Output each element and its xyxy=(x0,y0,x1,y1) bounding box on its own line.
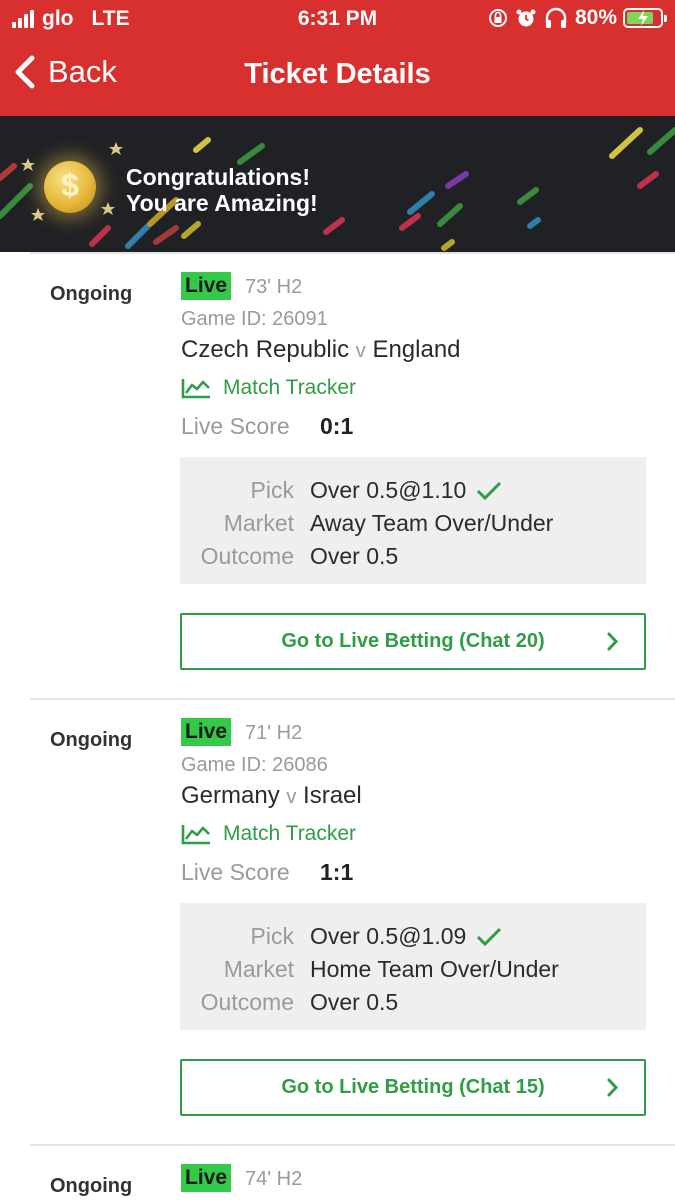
versus-label: v xyxy=(355,340,366,362)
live-badge: Live xyxy=(181,718,232,746)
divider xyxy=(30,252,675,254)
divider xyxy=(30,1144,675,1146)
live-betting-label: Go to Live Betting (Chat 20) xyxy=(281,630,545,652)
orientation-lock-icon xyxy=(488,9,507,27)
pick-value: Over 0.5@1.10 xyxy=(310,477,502,504)
battery-icon xyxy=(623,8,667,28)
bet-status: Ongoing xyxy=(50,1175,133,1197)
live-betting-button[interactable]: Go to Live Betting (Chat 20) xyxy=(180,613,646,670)
pick-value: Over 0.5@1.09 xyxy=(310,923,502,950)
market-label: Market xyxy=(223,510,294,536)
check-icon xyxy=(477,927,502,946)
battery-percent: 80% xyxy=(574,6,617,29)
match-tracker-label: Match Tracker xyxy=(223,822,357,845)
outcome-label: Outcome xyxy=(200,543,294,569)
bet-status: Ongoing xyxy=(50,729,133,751)
live-score-value: 1:1 xyxy=(320,859,354,885)
live-score-label: Live Score xyxy=(181,413,290,439)
banner-text: Congratulations! You are Amazing! xyxy=(126,164,318,216)
chart-line-icon xyxy=(181,825,210,845)
live-betting-label: Go to Live Betting (Chat 15) xyxy=(281,1076,545,1098)
home-team: Germany xyxy=(181,782,280,809)
match-tracker-link[interactable]: Match Tracker xyxy=(181,822,356,846)
away-team: England xyxy=(372,336,461,363)
bet-status: Ongoing xyxy=(50,283,133,305)
pick-label: Pick xyxy=(250,923,294,949)
banner-line-2: You are Amazing! xyxy=(126,190,318,216)
live-score-label: Live Score xyxy=(181,859,290,885)
live-score-value: 0:1 xyxy=(320,413,354,439)
banner-line-1: Congratulations! xyxy=(126,164,310,190)
pick-label: Pick xyxy=(250,477,294,503)
market-value: Home Team Over/Under xyxy=(310,956,559,982)
outcome-value: Over 0.5 xyxy=(310,989,399,1015)
status-bar: glo LTE 6:31 PM 80% xyxy=(0,0,675,40)
outcome-label: Outcome xyxy=(200,989,294,1015)
outcome-row: Outcome Over 0.5 xyxy=(180,543,646,573)
page-title: Ticket Details xyxy=(244,58,431,90)
market-label: Market xyxy=(223,956,294,982)
congratulations-banner: $ Congratulations! You are Amazing! xyxy=(0,116,675,252)
match-tracker-label: Match Tracker xyxy=(223,376,357,399)
bet-card: Ongoing Live 73' H2 Game ID: 26091 Czech… xyxy=(30,252,675,699)
outcome-value: Over 0.5 xyxy=(310,543,399,569)
nav-bar: Back Ticket Details xyxy=(0,50,675,106)
market-value: Away Team Over/Under xyxy=(310,510,554,536)
match-minute: 71' H2 xyxy=(245,722,303,744)
pick-text: Over 0.5@1.09 xyxy=(310,923,467,949)
game-id: Game ID: 26091 xyxy=(181,308,328,330)
chevron-right-icon xyxy=(607,632,619,651)
home-team: Czech Republic xyxy=(181,336,350,363)
divider xyxy=(30,698,675,700)
pick-row: Pick Over 0.5@1.10 xyxy=(180,477,646,507)
away-team: Israel xyxy=(303,782,362,809)
live-betting-button[interactable]: Go to Live Betting (Chat 15) xyxy=(180,1059,646,1116)
market-row: Market Home Team Over/Under xyxy=(180,956,646,986)
match-minute: 74' H2 xyxy=(245,1168,303,1190)
chevron-right-icon xyxy=(607,1078,619,1097)
match-teams: Germany v Israel xyxy=(181,782,362,810)
pick-details: Pick Over 0.5@1.09 Market Home Team Over… xyxy=(180,903,646,1030)
coin-icon: $ xyxy=(44,161,96,213)
app-header: glo LTE 6:31 PM 80% Back Ticket Details xyxy=(0,0,675,116)
live-badge: Live xyxy=(181,272,232,300)
versus-label: v xyxy=(286,786,297,808)
bet-card: Ongoing Live 74' H2 xyxy=(30,1144,675,1200)
outcome-row: Outcome Over 0.5 xyxy=(180,989,646,1019)
pick-row: Pick Over 0.5@1.09 xyxy=(180,923,646,953)
match-tracker-link[interactable]: Match Tracker xyxy=(181,376,356,400)
chart-line-icon xyxy=(181,379,210,399)
headphones-icon xyxy=(545,7,567,28)
bet-card: Ongoing Live 71' H2 Game ID: 26086 Germa… xyxy=(30,698,675,1145)
pick-text: Over 0.5@1.10 xyxy=(310,477,467,503)
game-id: Game ID: 26086 xyxy=(181,754,328,776)
check-icon xyxy=(477,481,502,500)
pick-details: Pick Over 0.5@1.10 Market Away Team Over… xyxy=(180,457,646,584)
alarm-icon xyxy=(516,9,536,27)
match-minute: 73' H2 xyxy=(245,276,303,298)
coin-symbol: $ xyxy=(61,167,79,203)
confetti-decoration xyxy=(0,127,675,251)
match-teams: Czech Republic v England xyxy=(181,336,461,364)
status-icons: 80% xyxy=(487,6,667,30)
market-row: Market Away Team Over/Under xyxy=(180,510,646,540)
live-badge: Live xyxy=(181,1164,232,1192)
